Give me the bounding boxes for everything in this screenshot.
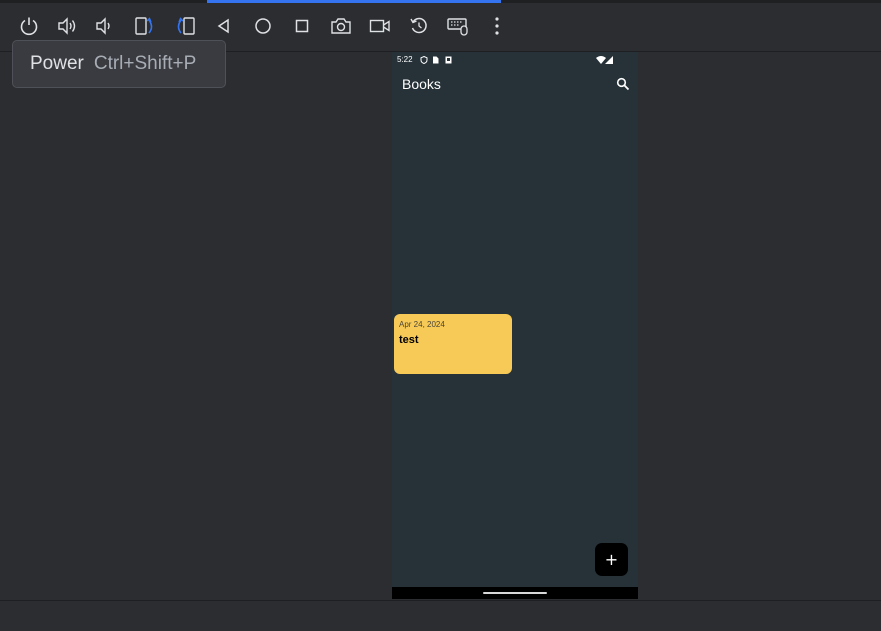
tooltip-title: Power — [30, 53, 84, 74]
camera-icon — [331, 18, 351, 34]
volume-down-button[interactable] — [89, 11, 119, 41]
add-note-button[interactable]: + — [595, 543, 628, 576]
video-record-icon — [369, 19, 390, 33]
notification-icon — [445, 56, 452, 64]
power-icon — [20, 17, 38, 36]
home-button[interactable] — [248, 11, 278, 41]
reset-button[interactable] — [404, 11, 434, 41]
gesture-nav-bar — [392, 587, 638, 599]
back-button[interactable] — [209, 11, 239, 41]
volume-down-icon — [96, 17, 110, 35]
emulator-bottom-bar — [0, 600, 881, 631]
volume-up-button[interactable] — [52, 11, 82, 41]
note-card[interactable]: Apr 24, 2024 test — [394, 314, 512, 374]
reset-icon — [410, 17, 427, 34]
more-vert-icon — [495, 17, 499, 35]
screen-record-button[interactable] — [365, 11, 395, 41]
device-screen[interactable]: 5:22 Books Apr 24, 2024 test + — [392, 52, 638, 599]
overview-icon — [295, 19, 309, 33]
keyboard-mouse-button[interactable] — [443, 11, 473, 41]
power-tooltip: Power Ctrl+Shift+P — [12, 40, 226, 88]
app-bar: Books — [392, 68, 638, 102]
shield-icon — [420, 56, 428, 64]
home-icon — [255, 18, 271, 34]
screenshot-button[interactable] — [326, 11, 356, 41]
rotate-left-button[interactable] — [130, 11, 160, 41]
plus-icon: + — [604, 549, 619, 569]
keyboard-mouse-icon — [447, 18, 468, 36]
volume-up-icon — [58, 17, 76, 35]
more-options-button[interactable] — [482, 11, 512, 41]
sim-card-icon — [433, 56, 439, 64]
overview-button[interactable] — [287, 11, 317, 41]
note-date: Apr 24, 2024 — [399, 320, 445, 329]
status-bar: 5:22 — [392, 52, 638, 68]
app-title: Books — [402, 76, 441, 92]
signal-icon — [605, 56, 613, 64]
search-icon[interactable] — [616, 77, 630, 91]
note-title: test — [399, 334, 419, 346]
rotate-right-button[interactable] — [170, 11, 200, 41]
power-button[interactable] — [14, 11, 44, 41]
tooltip-shortcut: Ctrl+Shift+P — [93, 53, 197, 74]
status-time: 5:22 — [397, 55, 413, 64]
rotate-left-icon — [135, 17, 153, 35]
rotate-right-icon — [177, 17, 195, 35]
home-gesture-handle[interactable] — [483, 592, 547, 594]
back-icon — [217, 18, 229, 34]
